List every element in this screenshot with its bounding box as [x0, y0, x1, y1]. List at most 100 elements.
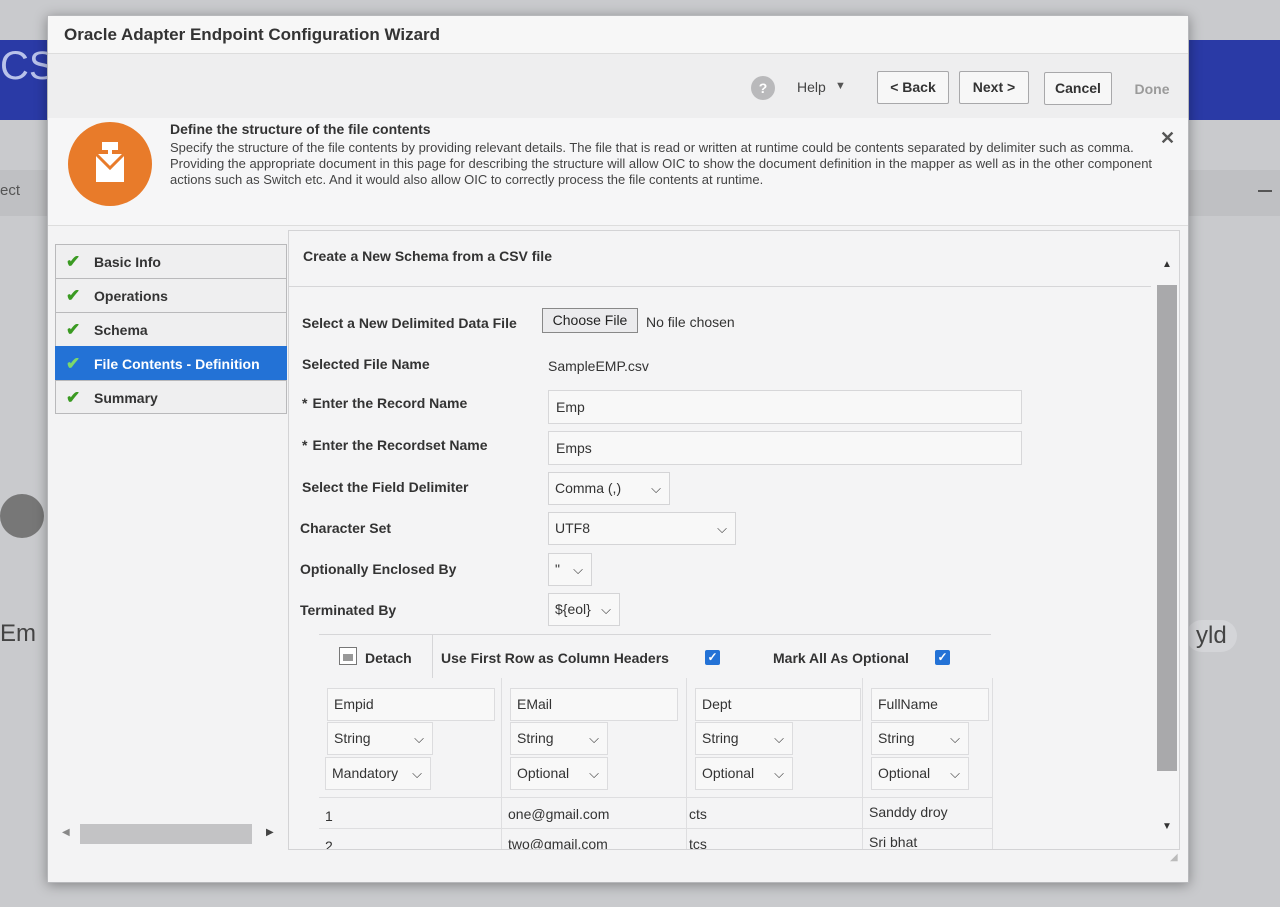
nav-item-label: Schema	[94, 322, 148, 338]
column-type-select[interactable]: String ⌵	[871, 722, 969, 755]
file-contents-panel: Create a New Schema from a CSV file Sele…	[288, 230, 1180, 850]
table-cell: Sanddy droy	[869, 804, 948, 820]
required-marker: *	[302, 395, 308, 411]
terminated-by-select[interactable]: ${eol} ⌵	[548, 593, 620, 626]
column-type-value: String	[517, 730, 554, 746]
column-required-select[interactable]: Optional ⌵	[695, 757, 793, 790]
enclosed-by-label: Optionally Enclosed By	[300, 561, 457, 577]
column-required-value: Optional	[878, 765, 931, 781]
chevron-down-icon: ⌵	[651, 481, 661, 496]
columns-grid: Empid String ⌵ Mandatory ⌵ EMail String …	[319, 678, 993, 850]
back-button[interactable]: < Back	[877, 71, 949, 104]
next-button[interactable]: Next >	[959, 71, 1029, 104]
enclosed-by-value: "	[555, 561, 560, 577]
record-name-label-text: Enter the Record Name	[312, 395, 468, 411]
check-icon: ✔	[66, 320, 81, 339]
scrollbar-thumb[interactable]	[80, 824, 252, 844]
cancel-button[interactable]: Cancel	[1044, 72, 1112, 105]
nav-item-label: Basic Info	[94, 254, 161, 270]
nav-item-file-contents-definition[interactable]: ✔ File Contents - Definition	[55, 346, 287, 380]
column-type-select[interactable]: String ⌵	[695, 722, 793, 755]
nav-item-basic-info[interactable]: ✔ Basic Info	[55, 244, 287, 278]
first-row-headers-checkbox[interactable]: ✓	[705, 650, 720, 665]
column-type-select[interactable]: String ⌵	[327, 722, 433, 755]
character-set-select[interactable]: UTF8 ⌵	[548, 512, 736, 545]
grid-row-divider	[319, 828, 993, 829]
panel-vertical-scrollbar[interactable]: ▲ ▼	[1153, 231, 1179, 849]
close-icon[interactable]: ✕	[1160, 128, 1175, 149]
recordset-name-input[interactable]: Emps	[548, 431, 1022, 465]
column-name-input[interactable]: Dept	[695, 688, 861, 721]
chevron-down-icon: ⌵	[950, 766, 960, 781]
grid-column-fullname: FullName String ⌵ Optional ⌵	[863, 678, 993, 849]
column-required-select[interactable]: Optional ⌵	[871, 757, 969, 790]
chevron-down-icon: ⌵	[717, 521, 727, 536]
file-definition-icon	[68, 122, 152, 206]
dialog-titlebar: Oracle Adapter Endpoint Configuration Wi…	[48, 16, 1188, 54]
field-delimiter-value: Comma (,)	[555, 480, 622, 496]
chevron-down-icon: ⌵	[589, 731, 599, 746]
background-right-text: yld	[1186, 620, 1237, 652]
file-definition-glyph	[94, 142, 126, 182]
nav-item-operations[interactable]: ✔ Operations	[55, 278, 287, 312]
grid-column-empid: Empid String ⌵ Mandatory ⌵	[319, 678, 502, 849]
nav-item-schema[interactable]: ✔ Schema	[55, 312, 287, 346]
field-delimiter-label: Select the Field Delimiter	[302, 479, 469, 495]
chevron-down-icon: ⌵	[774, 766, 784, 781]
nav-horizontal-scrollbar[interactable]: ◀ ▶	[58, 824, 280, 844]
record-name-input[interactable]: Emp	[548, 390, 1022, 424]
terminated-by-value: ${eol}	[555, 601, 591, 617]
chevron-down-icon: ⌵	[589, 766, 599, 781]
detach-button[interactable]: Detach	[319, 635, 433, 678]
column-required-select[interactable]: Mandatory ⌵	[325, 757, 431, 790]
nav-item-label: Summary	[94, 390, 158, 406]
scrollbar-thumb[interactable]	[1157, 285, 1177, 771]
chevron-down-icon: ⌵	[601, 602, 611, 617]
info-panel: Define the structure of the file content…	[48, 118, 1188, 226]
selected-file-value: SampleEMP.csv	[548, 358, 649, 374]
help-caret-icon[interactable]: ▼	[835, 80, 846, 92]
resize-grip-icon[interactable]: ◢	[1170, 852, 1178, 863]
column-name-input[interactable]: Empid	[327, 688, 495, 721]
grid-column-email: EMail String ⌵ Optional ⌵	[502, 678, 687, 849]
nav-item-summary[interactable]: ✔ Summary	[55, 380, 287, 414]
done-button: Done	[1134, 81, 1170, 97]
background-minimize-icon	[1258, 190, 1272, 192]
column-name-input[interactable]: FullName	[871, 688, 989, 721]
scroll-up-icon[interactable]: ▲	[1162, 259, 1172, 270]
choose-file-button[interactable]: Choose File	[542, 308, 638, 333]
recordset-name-label-text: Enter the Recordset Name	[312, 437, 488, 453]
wizard-dialog: Oracle Adapter Endpoint Configuration Wi…	[47, 15, 1189, 883]
table-cell: two@gmail.com	[508, 836, 608, 850]
field-delimiter-select[interactable]: Comma (,) ⌵	[548, 472, 670, 505]
check-icon: ✔	[66, 252, 81, 271]
column-required-value: Mandatory	[332, 765, 399, 781]
wizard-steps-nav: ✔ Basic Info ✔ Operations ✔ Schema ✔ Fil…	[55, 244, 287, 414]
background-strip-text: ect	[0, 182, 21, 199]
chevron-down-icon: ⌵	[950, 731, 960, 746]
help-menu[interactable]: Help	[797, 79, 826, 95]
background-left-text: Em	[0, 620, 36, 647]
column-type-value: String	[702, 730, 739, 746]
recordset-name-label: * Enter the Recordset Name	[302, 437, 488, 453]
scroll-left-icon[interactable]: ◀	[62, 827, 70, 838]
mark-all-optional-label: Mark All As Optional	[773, 650, 909, 666]
scroll-down-icon[interactable]: ▼	[1162, 821, 1172, 832]
wizard-toolbar: ? Help ▼ < Back Next > Cancel Done	[48, 54, 1188, 118]
schema-options-bar: Detach Use First Row as Column Headers ✓…	[319, 635, 993, 678]
chevron-down-icon: ⌵	[412, 766, 422, 781]
table-cell: 1	[325, 808, 333, 824]
table-cell: one@gmail.com	[508, 806, 610, 822]
mark-all-optional-checkbox[interactable]: ✓	[935, 650, 950, 665]
chevron-down-icon: ⌵	[774, 731, 784, 746]
detach-label: Detach	[365, 650, 412, 666]
column-name-input[interactable]: EMail	[510, 688, 678, 721]
table-cell: cts	[689, 806, 707, 822]
column-required-select[interactable]: Optional ⌵	[510, 757, 608, 790]
column-type-select[interactable]: String ⌵	[510, 722, 608, 755]
help-icon[interactable]: ?	[751, 76, 775, 100]
table-cell: Sri bhat	[869, 834, 918, 850]
scroll-right-icon[interactable]: ▶	[266, 827, 274, 838]
enclosed-by-select[interactable]: " ⌵	[548, 553, 592, 586]
chevron-down-icon: ⌵	[414, 731, 424, 746]
